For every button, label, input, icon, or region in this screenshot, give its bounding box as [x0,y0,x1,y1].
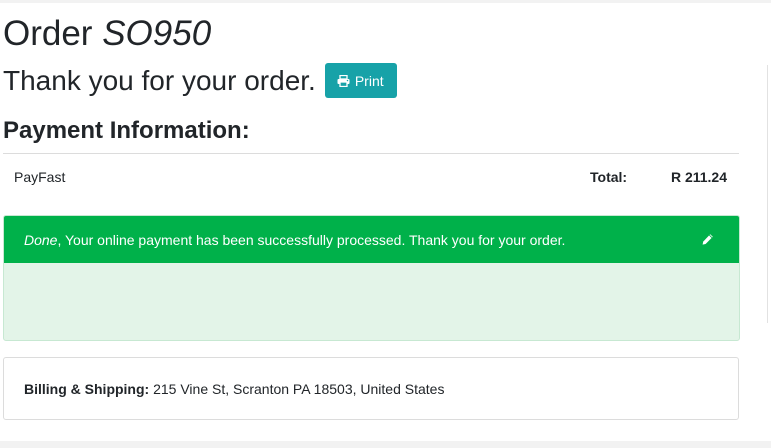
total-label: Total: [590,169,628,185]
thank-you-message: Thank you for your order. [3,64,316,96]
payment-status-alert: Done, Your online payment has been succe… [3,215,740,341]
payment-status-text: , Your online payment has been successfu… [57,232,566,248]
payment-provider: PayFast [14,169,66,185]
pencil-icon[interactable] [701,233,714,246]
billing-shipping-card: Billing & Shipping: 215 Vine St, Scranto… [3,357,739,420]
side-divider [767,65,768,323]
order-reference: SO950 [102,14,212,53]
payment-summary-row: PayFast Total: R 211.24 [3,154,739,198]
order-page: Order SO950 Thank you for your order. Pr… [0,3,771,441]
print-button[interactable]: Print [324,63,397,98]
billing-shipping-label: Billing & Shipping: [24,381,150,397]
print-button-label: Print [354,72,384,89]
payment-status: Done [24,232,58,248]
billing-shipping-address: 215 Vine St, Scranton PA 18503, United S… [153,381,445,397]
payment-status-header: Done, Your online payment has been succe… [4,216,739,263]
total-amount: R 211.24 [670,169,727,185]
thanks-row: Thank you for your order. Print [3,63,397,98]
billing-shipping-line: Billing & Shipping: 215 Vine St, Scranto… [24,381,444,397]
order-title-prefix: Order [3,14,93,53]
page-title: Order SO950 [3,13,211,55]
payment-info-title: Payment Information: [3,117,250,144]
print-icon [337,74,350,87]
payment-status-message: Done, Your online payment has been succe… [24,232,565,248]
